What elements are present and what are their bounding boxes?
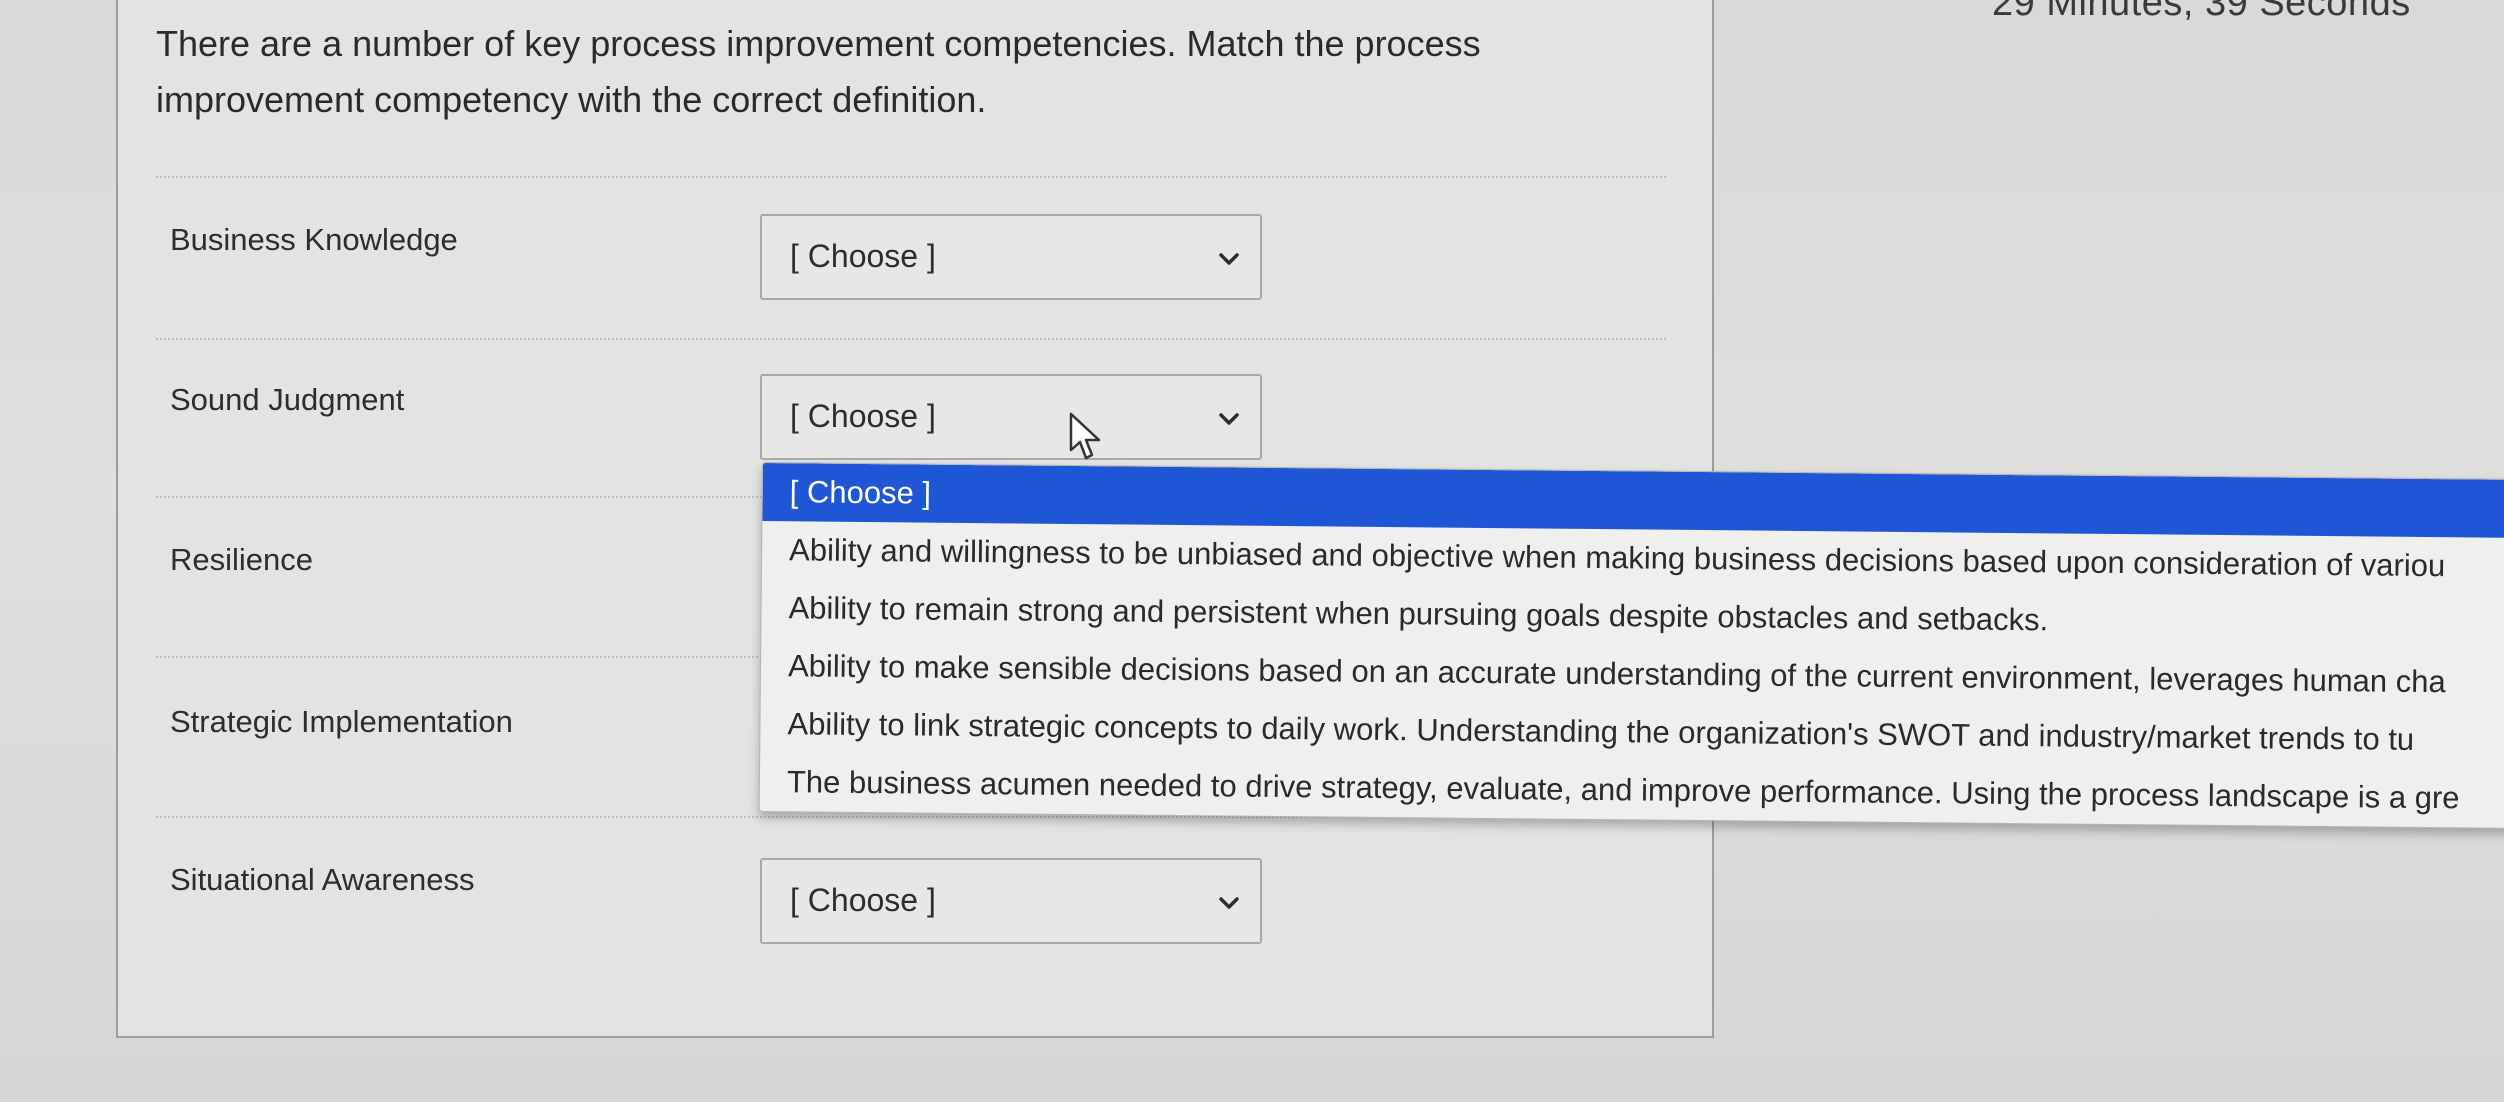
row-label-business-knowledge: Business Knowledge bbox=[170, 222, 458, 257]
select-business-knowledge[interactable]: [ Choose ] bbox=[760, 214, 1262, 300]
chevron-down-icon bbox=[1219, 897, 1239, 909]
chevron-down-icon bbox=[1219, 413, 1239, 425]
question-prompt: There are a number of key process improv… bbox=[156, 16, 1536, 128]
row-label-sound-judgment: Sound Judgment bbox=[170, 382, 405, 417]
select-sound-judgment[interactable]: [ Choose ] bbox=[760, 374, 1262, 460]
row-label-situational-awareness: Situational Awareness bbox=[170, 862, 475, 897]
question-prompt-line-1: There are a number of key process improv… bbox=[156, 23, 1481, 64]
chevron-down-icon bbox=[1219, 253, 1239, 265]
quiz-screen: 29 Minutes, 39 Seconds There are a numbe… bbox=[0, 0, 2504, 1102]
mouse-cursor-icon bbox=[1069, 412, 1101, 460]
dropdown-options-list[interactable]: [ Choose ] Ability and willingness to be… bbox=[758, 462, 2504, 830]
divider bbox=[156, 176, 1666, 178]
select-value: [ Choose ] bbox=[790, 398, 936, 434]
select-value: [ Choose ] bbox=[790, 882, 936, 918]
divider bbox=[156, 338, 1666, 340]
row-label-resilience: Resilience bbox=[170, 542, 314, 577]
question-prompt-line-2: improvement competency with the correct … bbox=[156, 79, 987, 120]
row-label-strategic-implementation: Strategic Implementation bbox=[170, 704, 513, 739]
select-situational-awareness[interactable]: [ Choose ] bbox=[760, 858, 1262, 944]
select-value: [ Choose ] bbox=[790, 238, 936, 274]
quiz-timer: 29 Minutes, 39 Seconds bbox=[1992, 0, 2411, 24]
